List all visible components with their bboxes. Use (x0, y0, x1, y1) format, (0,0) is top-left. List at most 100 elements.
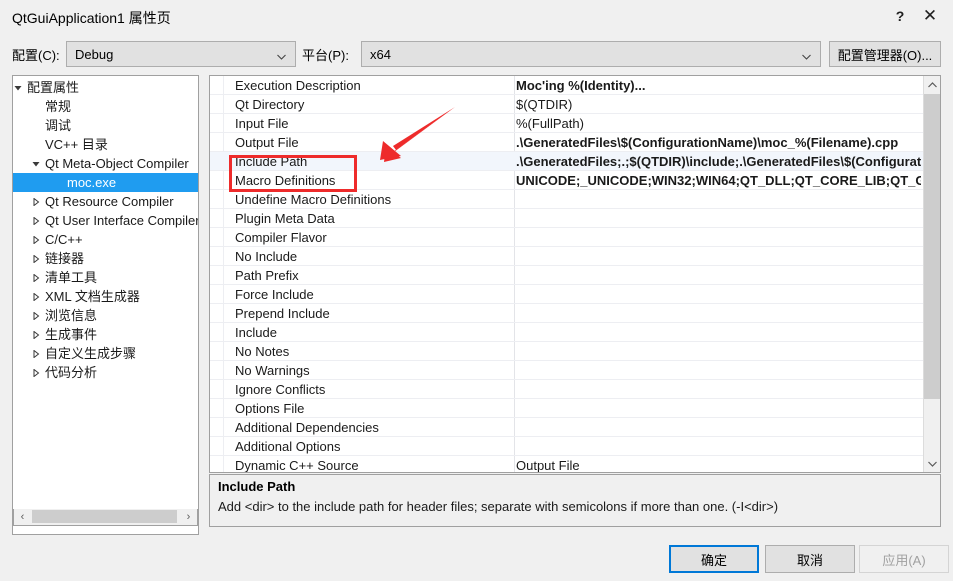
tree-item-12[interactable]: 浏览信息 (13, 306, 198, 325)
property-row[interactable]: No Include (210, 247, 923, 266)
ok-button[interactable]: 确定 (669, 545, 759, 573)
property-name: Compiler Flavor (235, 230, 327, 245)
expander-collapsed-icon[interactable] (31, 363, 41, 382)
scroll-left-icon[interactable]: ‹ (14, 509, 31, 524)
scroll-up-icon[interactable] (924, 76, 940, 93)
property-name: No Notes (235, 344, 290, 359)
tree-item-label: XML 文档生成器 (45, 289, 140, 304)
property-row[interactable]: Ignore Conflicts (210, 380, 923, 399)
property-row[interactable]: Prepend Include (210, 304, 923, 323)
tree-item-6[interactable]: Qt Resource Compiler (13, 192, 198, 211)
property-grid-rows: Execution Description Moc'ing %(Identity)… (210, 76, 923, 472)
tree-item-13[interactable]: 生成事件 (13, 325, 198, 344)
grid-vscroll-thumb[interactable] (924, 94, 940, 399)
tree-item-1[interactable]: 常规 (13, 97, 198, 116)
tree-item-5[interactable]: moc.exe (13, 173, 198, 192)
tree-item-9[interactable]: 链接器 (13, 249, 198, 268)
property-row[interactable]: Force Include (210, 285, 923, 304)
property-name: Macro Definitions (235, 173, 336, 188)
property-row[interactable]: Macro Definitions UNICODE;_UNICODE;WIN32;… (210, 171, 923, 190)
tree-item-7[interactable]: Qt User Interface Compiler (13, 211, 198, 230)
expander-collapsed-icon[interactable] (31, 211, 41, 230)
expander-collapsed-icon[interactable] (31, 268, 41, 287)
property-value[interactable]: Output File (516, 456, 921, 472)
property-row[interactable]: Options File (210, 399, 923, 418)
property-value[interactable]: UNICODE;_UNICODE;WIN32;WIN64;QT_DLL;QT_C… (516, 171, 921, 190)
expander-expanded-icon[interactable] (13, 78, 23, 97)
tree-item-label: Qt Resource Compiler (45, 194, 174, 209)
property-row[interactable]: Additional Options (210, 437, 923, 456)
property-row[interactable]: Include (210, 323, 923, 342)
grid-vertical-scrollbar[interactable] (923, 76, 940, 472)
scroll-right-icon[interactable]: › (180, 509, 197, 524)
expander-collapsed-icon[interactable] (31, 306, 41, 325)
property-row[interactable]: Output File .\GeneratedFiles\$(Configurat… (210, 133, 923, 152)
tree-horizontal-scrollbar[interactable]: ‹ › (13, 509, 198, 526)
config-dropdown-value: Debug (75, 46, 114, 62)
property-name: Path Prefix (235, 268, 299, 283)
platform-label: 平台(P): (302, 48, 349, 63)
property-row[interactable]: Path Prefix (210, 266, 923, 285)
tree-item-15[interactable]: 代码分析 (13, 363, 198, 382)
close-icon[interactable]: ✕ (907, 0, 953, 32)
property-row[interactable]: No Warnings (210, 361, 923, 380)
property-value[interactable]: .\GeneratedFiles\$(ConfigurationName)\mo… (516, 133, 921, 152)
property-name: No Warnings (235, 363, 310, 378)
tree-item-10[interactable]: 清单工具 (13, 268, 198, 287)
property-name: Dynamic C++ Source (235, 458, 359, 472)
config-dropdown[interactable]: Debug (66, 41, 296, 67)
chevron-down-icon (277, 50, 286, 60)
scroll-down-icon[interactable] (924, 455, 940, 472)
property-row[interactable]: Input File %(FullPath) (210, 114, 923, 133)
apply-button[interactable]: 应用(A) (859, 545, 949, 573)
property-row[interactable]: Dynamic C++ Source Output File (210, 456, 923, 472)
description-panel: Include Path Add <dir> to the include pa… (209, 474, 941, 527)
expander-collapsed-icon[interactable] (31, 192, 41, 211)
property-value[interactable]: .\GeneratedFiles;.;$(QTDIR)\include;.\Ge… (516, 152, 921, 171)
tree-item-label: 生成事件 (45, 327, 98, 342)
tree-item-4[interactable]: Qt Meta-Object Compiler (13, 154, 198, 173)
property-name: Prepend Include (235, 306, 330, 321)
property-row[interactable]: No Notes (210, 342, 923, 361)
tree-item-label: 清单工具 (45, 270, 98, 285)
expander-collapsed-icon[interactable] (31, 325, 41, 344)
tree-item-label: 调试 (45, 118, 72, 133)
cancel-button[interactable]: 取消 (765, 545, 855, 573)
expander-expanded-icon[interactable] (31, 154, 41, 173)
property-value[interactable]: %(FullPath) (516, 114, 921, 133)
property-value[interactable]: Moc'ing %(Identity)... (516, 76, 921, 95)
tree-item-14[interactable]: 自定义生成步骤 (13, 344, 198, 363)
tree-item-11[interactable]: XML 文档生成器 (13, 287, 198, 306)
tree-item-0[interactable]: 配置属性 (13, 78, 198, 97)
config-label: 配置(C): (12, 48, 60, 63)
property-value[interactable]: $(QTDIR) (516, 95, 921, 114)
property-name: No Include (235, 249, 298, 264)
property-row[interactable]: Qt Directory $(QTDIR) (210, 95, 923, 114)
expander-collapsed-icon[interactable] (31, 249, 41, 268)
property-name: Undefine Macro Definitions (235, 192, 392, 207)
platform-dropdown[interactable]: x64 (361, 41, 821, 67)
tree-item-label: 浏览信息 (45, 308, 98, 323)
tree-hscroll-thumb[interactable] (32, 510, 177, 523)
tree-item-label: Qt User Interface Compiler (45, 213, 198, 228)
property-row[interactable]: Additional Dependencies (210, 418, 923, 437)
property-row[interactable]: Include Path .\GeneratedFiles;.;$(QTDIR)\… (210, 152, 923, 171)
tree-item-label: Qt Meta-Object Compiler (45, 156, 189, 171)
config-manager-button[interactable]: 配置管理器(O)... (829, 41, 941, 67)
property-row[interactable]: Plugin Meta Data (210, 209, 923, 228)
window-title: QtGuiApplication1 属性页 (12, 10, 171, 26)
tree-item-label: moc.exe (67, 175, 117, 190)
tree-item-label: 配置属性 (27, 80, 80, 95)
description-text: Add <dir> to the include path for header… (218, 499, 779, 514)
expander-collapsed-icon[interactable] (31, 230, 41, 249)
expander-collapsed-icon[interactable] (31, 287, 41, 306)
property-row[interactable]: Compiler Flavor (210, 228, 923, 247)
tree-item-8[interactable]: C/C++ (13, 230, 198, 249)
property-row[interactable]: Undefine Macro Definitions (210, 190, 923, 209)
tree-item-3[interactable]: VC++ 目录 (13, 135, 198, 154)
tree-item-2[interactable]: 调试 (13, 116, 198, 135)
property-name: Additional Dependencies (235, 420, 379, 435)
property-row[interactable]: Execution Description Moc'ing %(Identity)… (210, 76, 923, 95)
platform-dropdown-value: x64 (370, 46, 391, 62)
expander-collapsed-icon[interactable] (31, 344, 41, 363)
